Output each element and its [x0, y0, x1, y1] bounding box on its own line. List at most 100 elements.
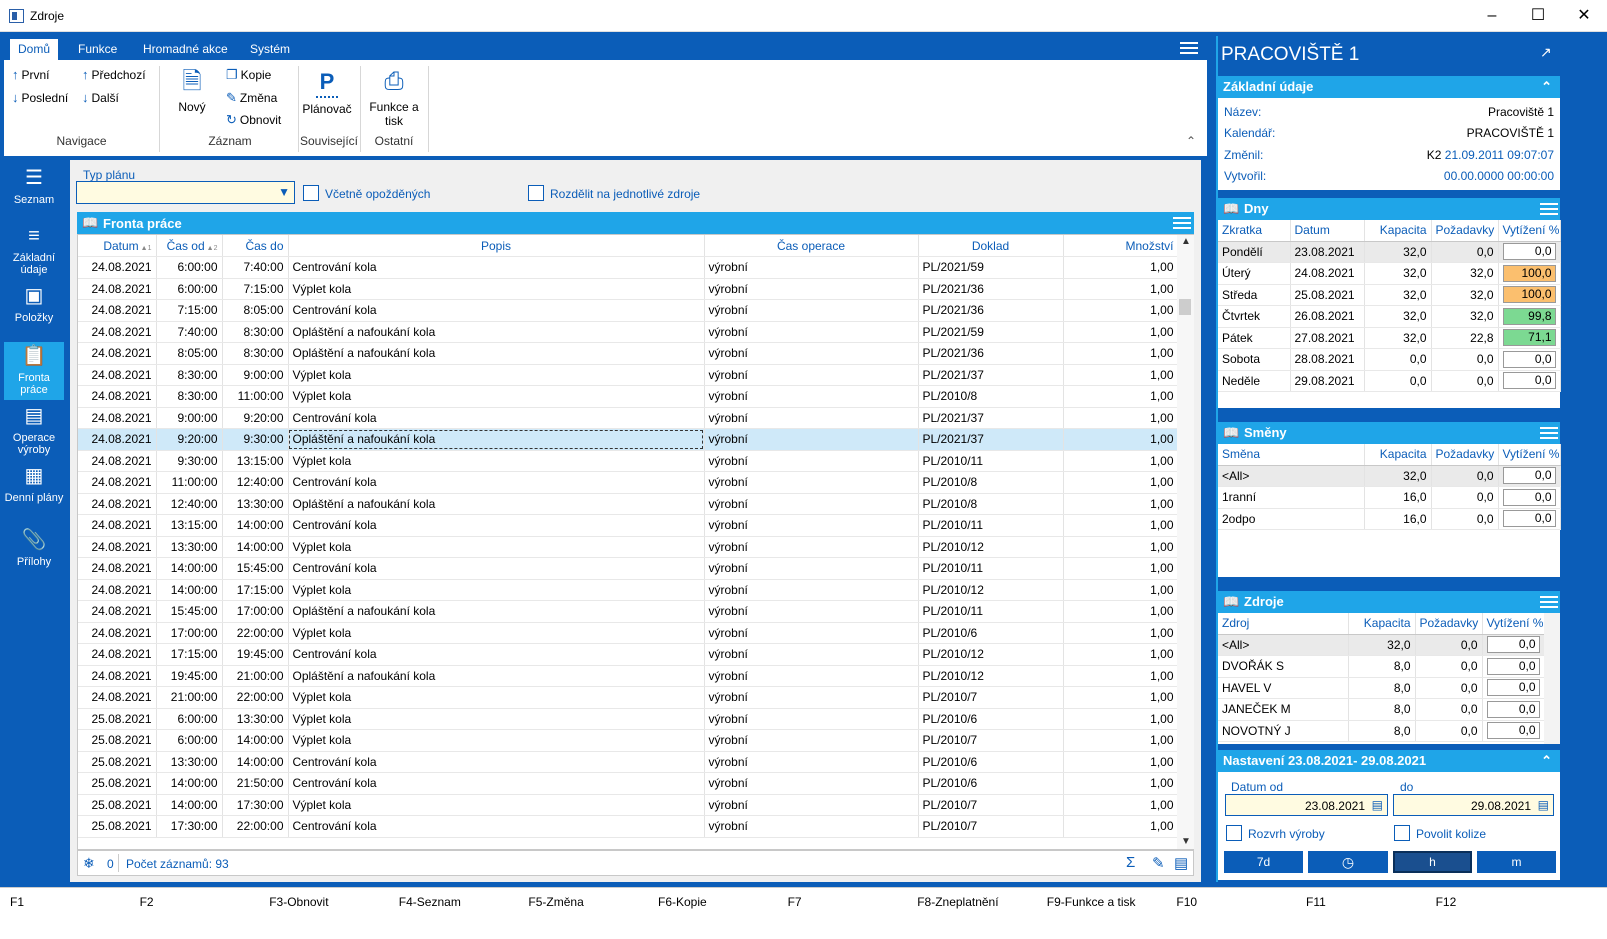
table-cell[interactable]: 24.08.2021	[78, 665, 157, 687]
column-header[interactable]: Zkratka	[1218, 220, 1291, 242]
table-cell[interactable]: Výplet kola	[288, 579, 705, 601]
table-cell[interactable]: Centrování kola	[288, 514, 705, 537]
split-resources-checkbox[interactable]	[528, 185, 544, 201]
table-cell[interactable]: 1,00	[1063, 794, 1179, 816]
table-cell[interactable]: 25.08.2021	[78, 794, 157, 816]
table-cell[interactable]: 24.08.2021	[78, 342, 157, 365]
column-header[interactable]: Vytížení %	[1498, 220, 1561, 242]
calendar-icon[interactable]: ▤	[1538, 798, 1549, 812]
table-cell[interactable]: 22:00:00	[222, 622, 289, 644]
fkey-10[interactable]: F10	[1176, 895, 1197, 909]
table-cell[interactable]: 1,00	[1063, 729, 1179, 752]
table-row[interactable]: Středa 25.08.2021 32,0 32,0 100,0	[1218, 284, 1561, 306]
change-button[interactable]: ✎ Změna	[226, 90, 277, 106]
table-row[interactable]: 24.08.2021 17:15:00 19:45:00 Centrování kol…	[78, 643, 1179, 666]
table-cell[interactable]: výrobní	[704, 557, 919, 580]
table-cell[interactable]: 24.08.2021	[78, 299, 157, 322]
scroll-down-icon[interactable]: ▼	[1181, 836, 1191, 847]
table-cell[interactable]: PL/2010/8	[918, 385, 1064, 408]
close-button[interactable]: ✕	[1561, 0, 1607, 32]
calendar-grid-icon[interactable]: ▤	[1174, 854, 1188, 872]
table-cell[interactable]: 1,00	[1063, 364, 1179, 386]
table-cell[interactable]: 24.08.2021	[78, 256, 157, 279]
table-cell[interactable]: výrobní	[704, 514, 919, 537]
table-cell[interactable]: 1,00	[1063, 536, 1179, 558]
table-cell[interactable]: 24.08.2021	[78, 385, 157, 408]
table-cell[interactable]: 1,00	[1063, 579, 1179, 601]
table-cell[interactable]: PL/2010/11	[918, 514, 1064, 537]
table-cell[interactable]: 9:20:00	[222, 407, 289, 429]
table-cell[interactable]: PL/2021/36	[918, 299, 1064, 322]
table-cell[interactable]: 17:00:00	[222, 600, 289, 623]
table-cell[interactable]: 24.08.2021	[78, 600, 157, 623]
collapse-icon[interactable]: ⌃	[1541, 750, 1552, 772]
table-row[interactable]: <All> 32,0 0,0 0,0	[1218, 634, 1545, 656]
table-row[interactable]: Pátek 27.08.2021 32,0 22,8 71,1	[1218, 327, 1561, 349]
table-row[interactable]: 24.08.2021 19:45:00 21:00:00 Opláštění a na…	[78, 665, 1179, 687]
table-cell[interactable]: 8:30:00	[156, 385, 223, 408]
table-cell[interactable]: PL/2010/8	[918, 493, 1064, 515]
plan-type-select[interactable]: ▼	[76, 181, 295, 204]
table-cell[interactable]: 1,00	[1063, 772, 1179, 795]
table-cell[interactable]: výrobní	[704, 256, 919, 279]
table-cell[interactable]: Centrování kola	[288, 557, 705, 580]
table-cell[interactable]: výrobní	[704, 385, 919, 408]
table-cell[interactable]: výrobní	[704, 643, 919, 666]
table-cell[interactable]: 14:00:00	[222, 514, 289, 537]
date-to-input[interactable]: 29.08.2021 ▤	[1393, 794, 1554, 816]
nav-attachments[interactable]: 📎 Přílohy	[4, 528, 64, 578]
table-cell[interactable]: 24.08.2021	[78, 407, 157, 429]
minimize-button[interactable]: –	[1469, 0, 1515, 32]
table-cell[interactable]: 9:20:00	[156, 428, 223, 451]
table-cell[interactable]: výrobní	[704, 342, 919, 365]
table-cell[interactable]: 25.08.2021	[78, 772, 157, 795]
table-cell[interactable]: 12:40:00	[222, 471, 289, 494]
fkey-1[interactable]: F1	[10, 895, 24, 909]
table-cell[interactable]: PL/2010/6	[918, 708, 1064, 730]
table-cell[interactable]: 24.08.2021	[78, 278, 157, 300]
fkey-8[interactable]: F8-Zneplatnění	[917, 895, 998, 909]
table-cell[interactable]: 22:00:00	[222, 815, 289, 838]
table-cell[interactable]: PL/2010/12	[918, 643, 1064, 666]
table-cell[interactable]: výrobní	[704, 751, 919, 773]
table-cell[interactable]: Opláštění a nafoukání kola	[288, 428, 705, 451]
col-document[interactable]: Doklad	[918, 235, 1064, 257]
table-cell[interactable]: 1,00	[1063, 514, 1179, 537]
table-row[interactable]: DVOŘÁK S 8,0 0,0 0,0	[1218, 655, 1545, 678]
table-row[interactable]: 24.08.2021 12:40:00 13:30:00 Opláštění a na…	[78, 493, 1179, 515]
table-cell[interactable]: Výplet kola	[288, 686, 705, 709]
column-header[interactable]: Vytížení %	[1498, 444, 1561, 466]
column-header[interactable]: Zdroj	[1218, 613, 1349, 635]
table-cell[interactable]: 1,00	[1063, 256, 1179, 279]
fkey-11[interactable]: F11	[1306, 895, 1326, 909]
table-cell[interactable]: PL/2010/12	[918, 536, 1064, 558]
column-header[interactable]: Kapacita	[1364, 220, 1432, 242]
table-cell[interactable]: 17:30:00	[222, 794, 289, 816]
tab-home[interactable]: Domů	[10, 39, 59, 60]
table-cell[interactable]: 1,00	[1063, 471, 1179, 494]
table-cell[interactable]: 17:30:00	[156, 815, 223, 838]
table-cell[interactable]: 8:30:00	[222, 321, 289, 343]
table-cell[interactable]: výrobní	[704, 600, 919, 623]
table-row[interactable]: 24.08.2021 14:00:00 17:15:00 Výplet kola výr…	[78, 579, 1179, 601]
table-cell[interactable]: 1,00	[1063, 450, 1179, 472]
table-row[interactable]: 25.08.2021 17:30:00 22:00:00 Centrování kol…	[78, 815, 1179, 838]
table-cell[interactable]: 19:45:00	[222, 643, 289, 666]
next-button[interactable]: ↓ Další	[82, 90, 119, 105]
edit-icon[interactable]: ✎	[1152, 854, 1165, 872]
nav-items[interactable]: ▣ Položky	[4, 284, 64, 340]
column-header[interactable]: Datum	[1290, 220, 1365, 242]
column-header[interactable]: Kapacita	[1348, 613, 1416, 635]
table-cell[interactable]: Výplet kola	[288, 622, 705, 644]
fkey-2[interactable]: F2	[140, 895, 154, 909]
table-cell[interactable]: Opláštění a nafoukání kola	[288, 665, 705, 687]
table-cell[interactable]: 15:45:00	[156, 600, 223, 623]
schedule-checkbox[interactable]	[1226, 825, 1242, 841]
table-cell[interactable]: výrobní	[704, 299, 919, 322]
col-date[interactable]: Datum ▲1	[78, 235, 157, 257]
col-quantity[interactable]: Množství	[1063, 235, 1179, 257]
table-row[interactable]: 25.08.2021 14:00:00 17:30:00 Výplet kola výr…	[78, 794, 1179, 816]
table-cell[interactable]: výrobní	[704, 536, 919, 558]
collisions-checkbox[interactable]	[1394, 825, 1410, 841]
table-cell[interactable]: Výplet kola	[288, 729, 705, 752]
